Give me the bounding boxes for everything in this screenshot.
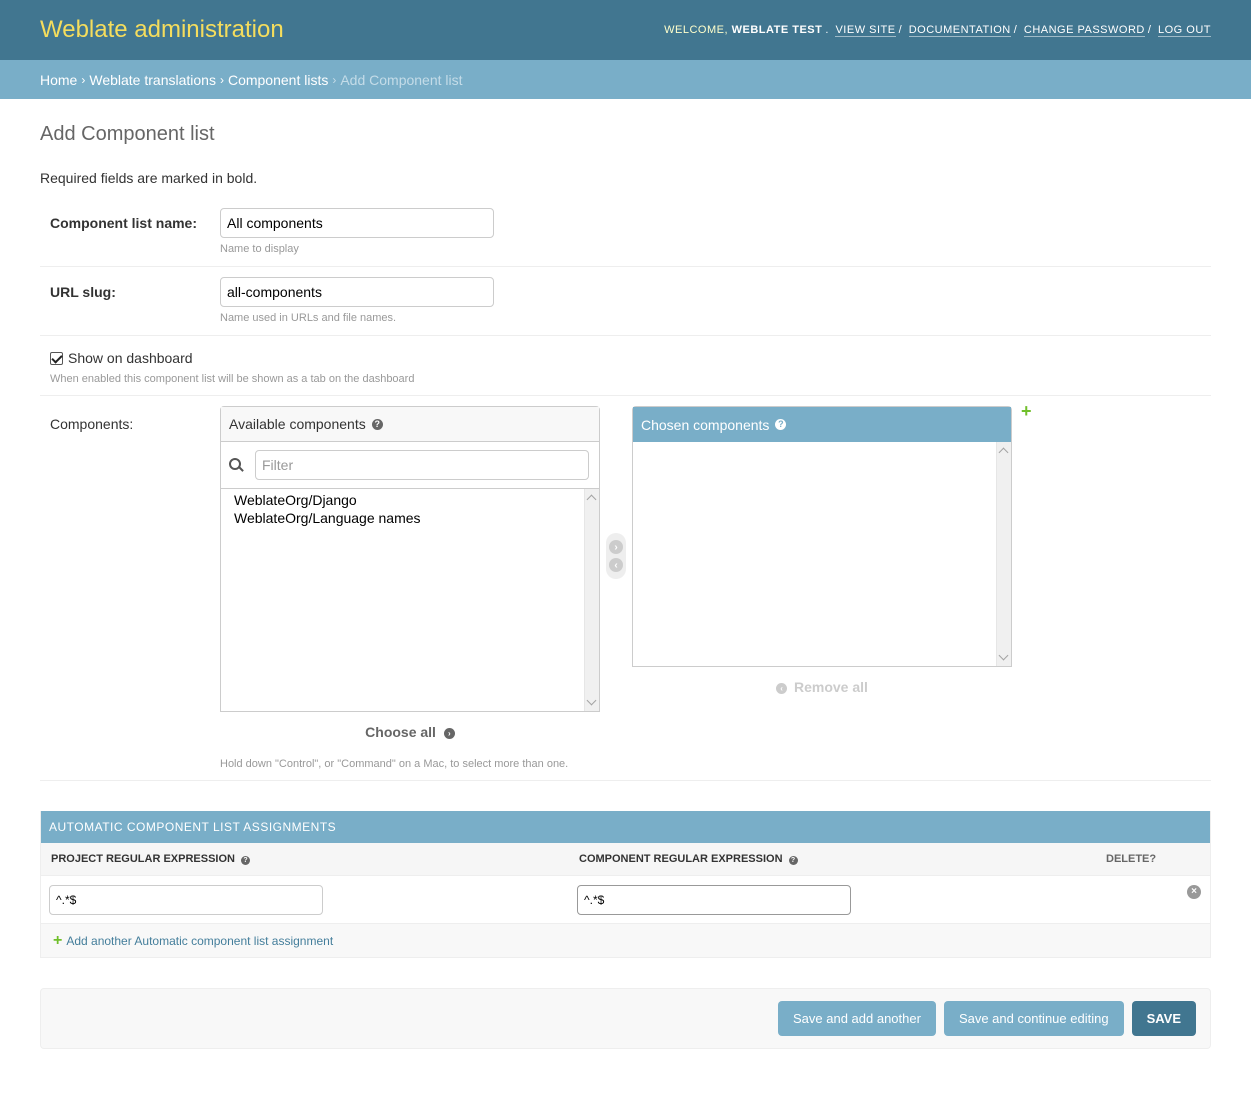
scroll-down-arrow-icon[interactable]	[586, 695, 597, 706]
col-delete: DELETE?	[1106, 853, 1157, 865]
save-button[interactable]: SAVE	[1131, 1001, 1196, 1036]
required-note: Required fields are marked in bold.	[40, 170, 258, 186]
table-row: ^.*$ ^.*$ ×	[41, 876, 1210, 924]
save-and-add-another-button[interactable]: Save and add another	[778, 1001, 936, 1036]
page-title: Add Component list	[40, 123, 215, 145]
col-component-regex: COMPONENT REGULAR EXPRESSION?	[569, 853, 1096, 865]
main-content: Add Component list Required fields are m…	[0, 122, 1251, 1049]
available-components-box: Available components ? Filter WeblateOrg…	[220, 406, 600, 712]
add-selected-icon[interactable]: ›	[609, 540, 623, 554]
remove-all-text[interactable]: Remove all	[794, 679, 868, 695]
components-help: Hold down "Control", or "Command" on a M…	[220, 758, 569, 770]
logout-link[interactable]: LOG OUT	[1157, 24, 1211, 37]
add-related-plus-icon[interactable]: +	[1021, 402, 1032, 740]
breadcrumb-separator: ›	[332, 72, 337, 87]
slug-label: URL slug:	[50, 284, 116, 300]
help-icon[interactable]: ?	[371, 418, 383, 430]
inline-table-header: PROJECT REGULAR EXPRESSION? COMPONENT RE…	[41, 843, 1210, 876]
user-tools: WELCOME, WEBLATE TEST. VIEW SITE / DOCUME…	[664, 24, 1211, 37]
filter-input[interactable]: Filter	[255, 450, 589, 480]
help-icon[interactable]: ?	[240, 856, 250, 865]
available-components-list[interactable]: WeblateOrg/Django WeblateOrg/Language na…	[221, 489, 599, 711]
list-item[interactable]: WeblateOrg/Language names	[234, 509, 586, 527]
chosen-components-list[interactable]	[633, 442, 1011, 666]
breadcrumb-current: Add Component list	[340, 71, 463, 88]
save-and-continue-button[interactable]: Save and continue editing	[943, 1001, 1124, 1036]
remove-selected-icon[interactable]: ‹	[609, 558, 623, 572]
chooser-buttons: › ‹	[606, 533, 626, 579]
arrow-left-circle-icon: ‹	[776, 682, 788, 694]
chosen-title-text: Chosen components	[641, 416, 770, 433]
breadcrumb-component-lists[interactable]: Component lists	[228, 72, 328, 88]
name-input[interactable]: All components	[220, 208, 494, 238]
breadcrumb-separator: ›	[219, 72, 224, 87]
component-regex-input[interactable]: ^.*$	[577, 884, 851, 915]
dashboard-help: When enabled this component list will be…	[50, 373, 415, 385]
available-components-title: Available components ?	[221, 407, 599, 442]
automatic-assignments-group: AUTOMATIC COMPONENT LIST ASSIGNMENTS PRO…	[40, 811, 1211, 958]
scroll-up-arrow-icon[interactable]	[998, 447, 1009, 458]
show-on-dashboard-label[interactable]: Show on dashboard	[68, 350, 193, 366]
view-site-link[interactable]: VIEW SITE	[835, 24, 896, 37]
choose-all-link[interactable]: Choose all ›	[220, 724, 600, 740]
breadcrumb-weblate-translations[interactable]: Weblate translations	[89, 72, 216, 88]
show-on-dashboard-checkbox[interactable]	[50, 351, 63, 365]
scroll-down-arrow-icon[interactable]	[998, 650, 1009, 661]
components-label: Components:	[50, 416, 134, 432]
add-another-text[interactable]: Add another Automatic component list ass…	[66, 934, 333, 948]
user-name: WEBLATE TEST	[731, 24, 823, 36]
col-project-label: PROJECT REGULAR EXPRESSION	[51, 853, 235, 865]
add-another-assignment-link[interactable]: + Add another Automatic component list a…	[41, 924, 1210, 957]
site-branding[interactable]: Weblate administration	[40, 16, 284, 44]
breadcrumb: Home › Weblate translations › Component …	[0, 60, 1251, 99]
scrollbar[interactable]	[996, 442, 1011, 666]
available-title-text: Available components	[229, 416, 366, 432]
remove-all-link[interactable]: ‹ Remove all	[632, 679, 1012, 695]
scroll-up-arrow-icon[interactable]	[586, 494, 597, 505]
scrollbar[interactable]	[584, 489, 599, 711]
col-component-label: COMPONENT REGULAR EXPRESSION	[579, 853, 783, 865]
selector-chooser: › ‹	[600, 526, 632, 586]
chosen-components-box: Chosen components ?	[632, 406, 1012, 667]
breadcrumb-home[interactable]: Home	[40, 72, 77, 88]
slug-input[interactable]: all-components	[220, 277, 494, 307]
inline-group-title: AUTOMATIC COMPONENT LIST ASSIGNMENTS	[41, 811, 1210, 843]
search-icon	[229, 458, 243, 472]
welcome-text: WELCOME,	[664, 24, 729, 36]
slug-row: URL slug: all-components Name used in UR…	[40, 267, 1211, 336]
change-password-link[interactable]: CHANGE PASSWORD	[1023, 24, 1145, 37]
name-label: Component list name:	[50, 215, 198, 231]
help-icon[interactable]: ?	[788, 856, 798, 865]
arrow-right-circle-icon: ›	[443, 727, 455, 739]
add-plus-icon: +	[53, 931, 63, 949]
documentation-link[interactable]: DOCUMENTATION	[908, 24, 1011, 37]
filter-row: Filter	[221, 442, 599, 489]
delete-row-icon[interactable]: ×	[1187, 885, 1201, 899]
slug-help: Name used in URLs and file names.	[220, 312, 397, 324]
help-icon[interactable]: ?	[775, 419, 787, 430]
submit-row: Save and add another Save and continue e…	[40, 988, 1211, 1049]
chosen-components-title: Chosen components ?	[633, 407, 1011, 442]
breadcrumb-separator: ›	[81, 72, 86, 87]
name-row: Component list name: All components Name…	[40, 198, 1211, 267]
choose-all-text[interactable]: Choose all	[365, 724, 436, 740]
components-row: Components: Available components ? Filte…	[40, 396, 1211, 781]
project-regex-input[interactable]: ^.*$	[49, 884, 323, 915]
list-item[interactable]: WeblateOrg/Django	[234, 491, 586, 509]
name-help: Name to display	[220, 243, 299, 255]
site-header: Weblate administration WELCOME, WEBLATE …	[0, 0, 1251, 60]
col-project-regex: PROJECT REGULAR EXPRESSION?	[41, 853, 569, 865]
dashboard-row: Show on dashboard When enabled this comp…	[40, 336, 1211, 396]
